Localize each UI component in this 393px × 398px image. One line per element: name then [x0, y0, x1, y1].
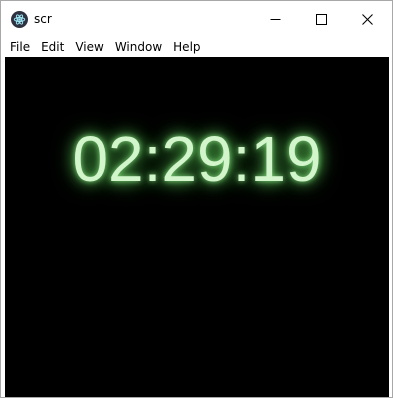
app-logo-icon — [11, 11, 28, 28]
menu-view[interactable]: View — [69, 37, 108, 57]
close-button[interactable] — [344, 1, 390, 37]
menu-edit[interactable]: Edit — [35, 37, 69, 57]
app-window: scr File Edit View Window Help 02:29:19 — [0, 0, 393, 398]
menu-bar: File Edit View Window Help — [1, 37, 392, 57]
menu-help[interactable]: Help — [167, 37, 205, 57]
close-icon — [361, 13, 373, 25]
title-bar[interactable]: scr — [1, 1, 392, 37]
maximize-icon — [315, 13, 327, 25]
menu-file[interactable]: File — [4, 37, 35, 57]
minimize-button[interactable] — [252, 1, 298, 37]
maximize-button[interactable] — [298, 1, 344, 37]
window-title: scr — [34, 12, 52, 26]
clock-display-area: 02:29:19 — [5, 57, 389, 397]
clock-time: 02:29:19 — [72, 123, 322, 195]
minimize-icon — [270, 18, 280, 20]
menu-window[interactable]: Window — [109, 37, 167, 57]
